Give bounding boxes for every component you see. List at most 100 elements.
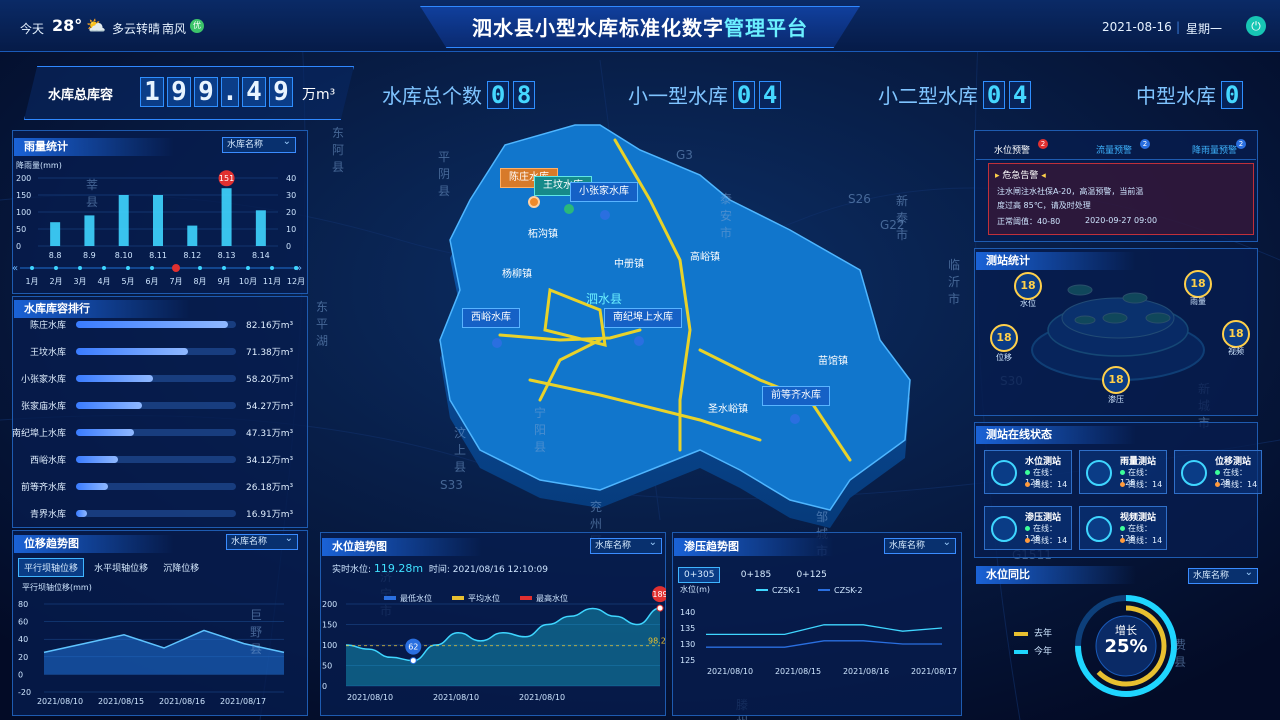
month-dot: [78, 266, 82, 270]
offline-label: 离线：: [1128, 480, 1152, 489]
avg-label: 98.2: [648, 637, 666, 646]
tab-rain-alert[interactable]: 降雨量预警: [1192, 143, 1237, 156]
min-label: 62: [408, 643, 418, 652]
month-label: 12月: [287, 277, 304, 286]
station-type-label: 视频: [1228, 347, 1244, 356]
ranking-row[interactable]: 南纪埠上水库 47.31万m³: [0, 420, 300, 447]
rain-bar: [84, 215, 95, 246]
ranking-bar: [76, 402, 142, 409]
ranking-row[interactable]: 小张家水库 58.20万m³: [0, 366, 300, 393]
month-label: 7月: [169, 277, 182, 286]
alert-line: 注水闸注水社保A-20，高温预警，当前温: [997, 187, 1144, 196]
ranking-row[interactable]: 王坟水库 71.38万m³: [0, 339, 300, 366]
basemap-place-label: 平阴县: [438, 150, 451, 198]
alert-heading: ▸ 危急告警 ◂: [995, 168, 1046, 181]
tab-water-alert[interactable]: 水位预警: [994, 143, 1030, 156]
ranking-row[interactable]: 张家庙水库 54.27万m³: [0, 393, 300, 420]
capacity-digit: 9: [269, 77, 293, 107]
basemap-place-label: 巨野县: [250, 608, 263, 656]
x-tick-label: 8.9: [83, 251, 96, 260]
seepage-line: [706, 624, 943, 636]
ranking-row[interactable]: 青界水库 16.91万m³: [0, 501, 300, 528]
alert-count-badge: 2: [1140, 139, 1150, 149]
tab-section-185[interactable]: 0+185: [736, 568, 776, 582]
tab-parallel-displacement[interactable]: 平行坝轴位移: [18, 558, 85, 577]
reservoir-marker[interactable]: [528, 196, 540, 208]
offline-count: 14: [1057, 536, 1068, 545]
station-card[interactable]: 位移测站 在线：128 离线：14: [1174, 450, 1262, 494]
reservoir-tag-xiaozhangjia[interactable]: 小张家水库: [570, 182, 638, 202]
reservoir-tag-qiandengqi[interactable]: 前等齐水库: [762, 386, 830, 406]
wind-text: 南风: [162, 22, 187, 36]
ranking-name: 小张家水库: [20, 375, 66, 385]
reservoir-marker[interactable]: [492, 338, 502, 348]
station-card[interactable]: 渗压测站 在线：128 离线：14: [984, 506, 1072, 550]
y-tick-label: 125: [680, 656, 695, 665]
alert-tabs: 水位预警 2 流量预警 2 降雨量预警 2: [976, 136, 1256, 160]
reservoir-marker[interactable]: [634, 336, 644, 346]
online-label: 在线：: [1128, 524, 1152, 533]
water-reservoir-select[interactable]: 水库名称: [590, 536, 662, 554]
reservoir-marker[interactable]: [600, 210, 610, 220]
triangle-icon: ▸: [995, 171, 1000, 181]
displacement-reservoir-select[interactable]: 水库名称: [226, 532, 298, 550]
offline-label: 离线：: [1128, 536, 1152, 545]
month-dot: [102, 266, 106, 270]
ranking-name: 南纪埠上水库: [11, 429, 66, 439]
max-label: 189: [652, 590, 666, 599]
ranking-row[interactable]: 西峪水库 34.12万m³: [0, 447, 300, 474]
tab-section-125[interactable]: 0+125: [791, 568, 831, 582]
y-tick-label: 140: [680, 608, 695, 617]
y-tick-label: 200: [16, 174, 31, 183]
month-dot: [222, 266, 226, 270]
x-tick-label: 2021/08/10: [433, 693, 479, 702]
ranking-row[interactable]: 前等齐水库 26.18万m³: [0, 474, 300, 501]
power-icon[interactable]: ⏻: [1246, 16, 1266, 36]
peak-label: 151: [219, 174, 234, 183]
ranking-track: [76, 402, 236, 409]
stat-small-one: 小一型水库 04: [628, 80, 785, 109]
station-offline: 离线：14: [1215, 479, 1257, 490]
tab-settlement-displacement[interactable]: 沉降位移: [158, 559, 204, 576]
basemap-place-label: 东阿县: [332, 126, 345, 174]
rain-reservoir-select[interactable]: 水库名称: [222, 135, 296, 153]
rain-title: 雨量统计: [14, 138, 214, 156]
stat-small-two: 小二型水库 04: [878, 80, 1035, 109]
y-tick-label: 100: [322, 641, 337, 650]
tab-section-305[interactable]: 0+305: [678, 567, 721, 583]
ranking-row[interactable]: 陈庄水库 82.16万m³: [0, 312, 300, 339]
monitor-icon: [1086, 460, 1112, 486]
county-label: 泗水县: [586, 292, 623, 306]
reservoir-marker[interactable]: [564, 204, 574, 214]
tab-horizontal-displacement[interactable]: 水平坝轴位移: [89, 559, 153, 576]
x-tick-label: 8.10: [115, 251, 133, 260]
offline-count: 14: [1057, 480, 1068, 489]
alert-card[interactable]: ▸ 危急告警 ◂ 注水闸注水社保A-20，高温预警，当前温 度过高 85℃，请及…: [988, 163, 1254, 235]
date-text: 2021-08-16: [1102, 20, 1172, 34]
station-count-bubble: 18: [990, 324, 1018, 352]
rain-month-timeline[interactable]: «»1月 2月 3月 4月 5月 6月 7月 8月 9月 10月 11月 12月: [12, 262, 304, 288]
yoy-reservoir-select[interactable]: 水库名称: [1188, 566, 1258, 584]
basemap-place-label: G22: [880, 218, 905, 232]
rain-bar: [187, 225, 198, 246]
yoy-legend-label: 今年: [1034, 647, 1053, 657]
y-tick-label: 150: [16, 191, 31, 200]
tab-flow-alert[interactable]: 流量预警: [1096, 143, 1132, 156]
weekday-text: 星期一: [1186, 22, 1223, 36]
basemap-place-label: S26: [848, 192, 871, 206]
alert-count-badge: 2: [1038, 139, 1048, 149]
reservoir-tag-xiyu[interactable]: 西峪水库: [462, 308, 520, 328]
stat-digit: 0: [487, 81, 510, 109]
water-title: 水位趋势图: [322, 538, 522, 556]
station-card[interactable]: 视频测站 在线：128 离线：14: [1079, 506, 1167, 550]
capacity-digits: 199.49: [140, 77, 296, 107]
rain-bar: [118, 195, 129, 246]
station-card[interactable]: 水位测站 在线：128 离线：14: [984, 450, 1072, 494]
seepage-reservoir-select[interactable]: 水库名称: [884, 536, 956, 554]
reservoir-marker[interactable]: [790, 414, 800, 424]
alert-line: 度过高 85℃，请及时处理: [997, 201, 1091, 210]
station-card[interactable]: 雨量测站 在线：128 离线：14: [1079, 450, 1167, 494]
seepage-title: 渗压趋势图: [674, 538, 874, 556]
offline-count: 14: [1152, 536, 1163, 545]
reservoir-tag-nanjibu[interactable]: 南纪埠上水库: [604, 308, 682, 328]
